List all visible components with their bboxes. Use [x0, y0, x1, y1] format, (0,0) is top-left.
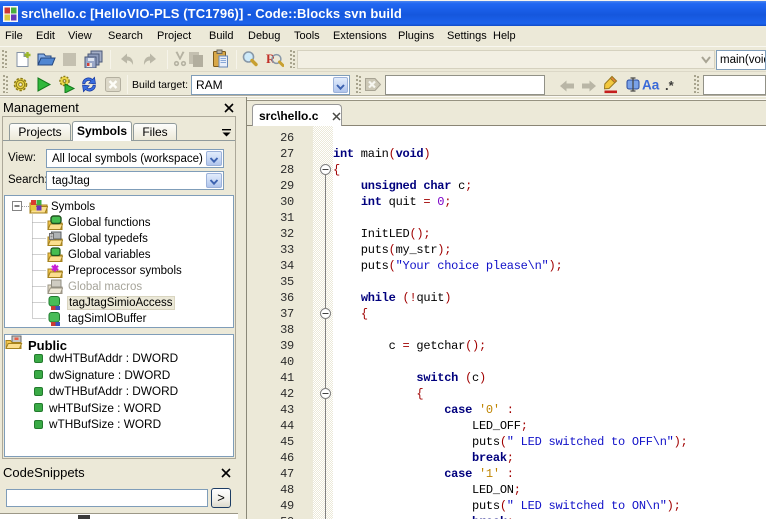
- svg-text:.*: .*: [665, 78, 675, 93]
- svg-text:R: R: [266, 51, 276, 66]
- svg-text:Aa: Aa: [642, 78, 660, 93]
